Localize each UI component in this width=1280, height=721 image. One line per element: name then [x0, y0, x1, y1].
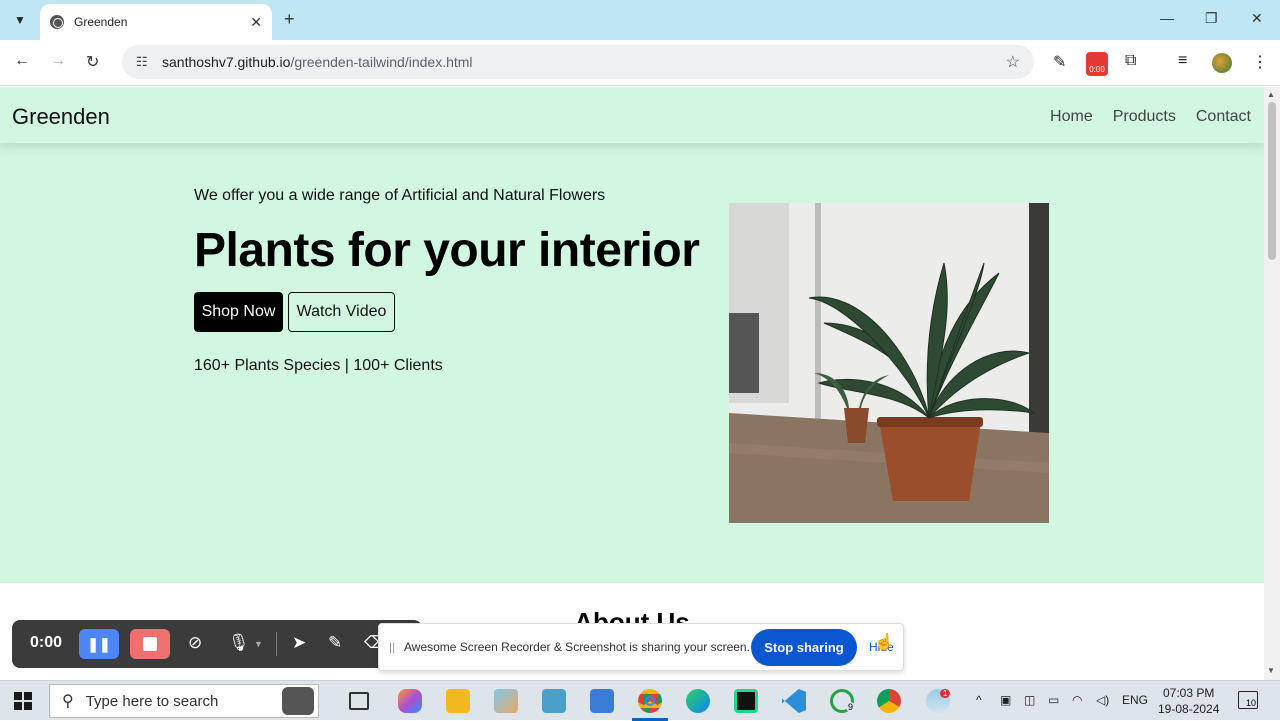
- notification-center-icon[interactable]: 10: [1238, 691, 1258, 709]
- watch-video-button[interactable]: Watch Video: [288, 292, 395, 332]
- pause-icon: ❚❚: [87, 635, 111, 652]
- scroll-up-arrow-icon[interactable]: ▲: [1267, 90, 1275, 99]
- nav-link-contact[interactable]: Contact: [1196, 108, 1251, 126]
- whatsapp-badge: 9: [846, 702, 856, 712]
- bookmark-star-icon[interactable]: ☆: [1006, 52, 1020, 72]
- language-indicator[interactable]: ENG: [1122, 693, 1148, 707]
- taskbar-search-placeholder: Type here to search: [85, 692, 219, 710]
- drag-handle-icon[interactable]: ||: [389, 640, 395, 654]
- recorder-control-bar: 0:00 ❚❚ ⊘ 🎙 ▼ ➤ ✎ ⌫: [12, 620, 422, 668]
- hero-tagline: We offer you a wide range of Artificial …: [194, 187, 606, 204]
- profile-avatar[interactable]: [1212, 53, 1232, 73]
- sharing-message: Awesome Screen Recorder & Screenshot is …: [404, 640, 750, 654]
- hand-cursor-icon: ☝: [874, 634, 894, 651]
- hero-plant-image: [729, 203, 1049, 523]
- tab-title: Greenden: [74, 15, 128, 29]
- site-brand[interactable]: Greenden: [12, 104, 110, 130]
- recorder-extension-badge: 0:00: [1089, 65, 1105, 74]
- page-viewport: Greenden Home Products Contact We offer …: [0, 87, 1264, 680]
- chevron-down-icon: ▼: [14, 13, 26, 27]
- globe-icon: [50, 15, 64, 29]
- reload-icon[interactable]: ↻: [86, 52, 99, 72]
- browser-tab-active[interactable]: Greenden ✕: [40, 4, 272, 40]
- notes-app-icon[interactable]: [542, 689, 566, 713]
- site-settings-icon[interactable]: ☷: [136, 54, 152, 70]
- battery-icon[interactable]: ▭: [1048, 693, 1059, 707]
- screen-sharing-banner: || Awesome Screen Recorder & Screenshot …: [378, 623, 904, 671]
- hero-stats: 160+ Plants Species | 100+ Clients: [194, 357, 443, 374]
- camera-off-icon[interactable]: ⊘: [188, 633, 202, 653]
- hero-section: We offer you a wide range of Artificial …: [0, 143, 1264, 583]
- extensions-puzzle-icon[interactable]: ⧉: [1125, 52, 1136, 70]
- taskbar-clock[interactable]: 07:03 PM 19-08-2024: [1158, 685, 1219, 717]
- volume-icon[interactable]: ◁): [1096, 693, 1109, 707]
- paint-app-icon[interactable]: [494, 689, 518, 713]
- minimize-icon[interactable]: —: [1160, 10, 1174, 26]
- edge-icon[interactable]: [686, 689, 710, 713]
- task-view-icon[interactable]: [349, 692, 369, 710]
- mic-dropdown-chevron-icon[interactable]: ▼: [254, 639, 263, 649]
- eyedropper-extension-icon[interactable]: ✎: [1053, 52, 1066, 72]
- tray-meet-icon[interactable]: ▣: [1000, 693, 1011, 707]
- window-close-icon[interactable]: ✕: [1251, 10, 1263, 27]
- address-bar[interactable]: ☷ santhoshv7.github.io/greenden-tailwind…: [122, 45, 1034, 79]
- media-controls-icon[interactable]: ≡: [1178, 52, 1187, 70]
- hero-headline: Plants for your interior: [194, 224, 700, 277]
- notification-count: 10: [1245, 698, 1256, 708]
- back-arrow-icon[interactable]: ←: [14, 52, 30, 70]
- windows-taskbar: ⚲ Type here to search 9 1 ^ ▣ ◫ ▭ ◠ ◁) E…: [0, 680, 1280, 721]
- tray-device-icon[interactable]: ◫: [1024, 693, 1035, 707]
- nav-link-products[interactable]: Products: [1113, 108, 1176, 126]
- tab-search-button[interactable]: ▼: [8, 8, 32, 32]
- url-path: /greenden-tailwind/index.html: [290, 54, 473, 70]
- clock-date: 19-08-2024: [1158, 702, 1220, 716]
- chrome-icon[interactable]: [638, 689, 662, 713]
- stop-icon: [143, 637, 157, 651]
- recording-timer: 0:00: [30, 634, 63, 651]
- pause-recording-button[interactable]: ❚❚: [79, 629, 119, 659]
- browser-tab-strip: ▼ Greenden ✕ + — ❐ ✕: [0, 0, 1280, 40]
- restore-icon[interactable]: ❐: [1205, 10, 1218, 27]
- clock-time: 07:03 PM: [1163, 686, 1215, 700]
- nav-links: Home Products Contact: [1050, 108, 1251, 126]
- tray-chevron-up-icon[interactable]: ^: [976, 693, 982, 707]
- recorder-extension-icon[interactable]: 0:00: [1086, 52, 1108, 76]
- calculator-icon[interactable]: [590, 689, 614, 713]
- stop-recording-button[interactable]: [130, 629, 170, 659]
- forward-arrow-icon[interactable]: →: [50, 52, 66, 70]
- search-icon: ⚲: [62, 693, 74, 710]
- url-host: santhoshv7.github.io: [162, 54, 291, 70]
- copilot-icon[interactable]: [398, 689, 422, 713]
- close-icon[interactable]: ✕: [250, 14, 262, 31]
- recorder-divider: [276, 632, 277, 656]
- windows-start-icon[interactable]: [14, 692, 32, 710]
- chrome-profile-icon[interactable]: [877, 689, 901, 713]
- scrollbar-thumb[interactable]: [1268, 102, 1276, 260]
- camera-app-icon[interactable]: [282, 687, 314, 715]
- new-tab-plus-icon[interactable]: +: [284, 9, 295, 30]
- pen-draw-icon[interactable]: ✎: [328, 633, 342, 653]
- pointer-cursor-icon[interactable]: ➤: [292, 633, 306, 653]
- nav-link-home[interactable]: Home: [1050, 108, 1093, 126]
- stop-sharing-button[interactable]: Stop sharing: [751, 629, 857, 666]
- wifi-icon[interactable]: ◠: [1072, 693, 1082, 707]
- scroll-down-arrow-icon[interactable]: ▼: [1267, 666, 1275, 675]
- file-explorer-icon[interactable]: [446, 689, 470, 713]
- vscode-icon[interactable]: [782, 689, 806, 713]
- more-menu-icon[interactable]: ⋮: [1252, 52, 1268, 72]
- site-navbar: Greenden Home Products Contact: [0, 87, 1264, 143]
- pycharm-icon[interactable]: [734, 689, 758, 713]
- mic-off-icon[interactable]: 🎙: [228, 633, 250, 653]
- taskbar-search-box[interactable]: ⚲ Type here to search: [49, 684, 319, 718]
- shop-now-button[interactable]: Shop Now: [194, 292, 283, 332]
